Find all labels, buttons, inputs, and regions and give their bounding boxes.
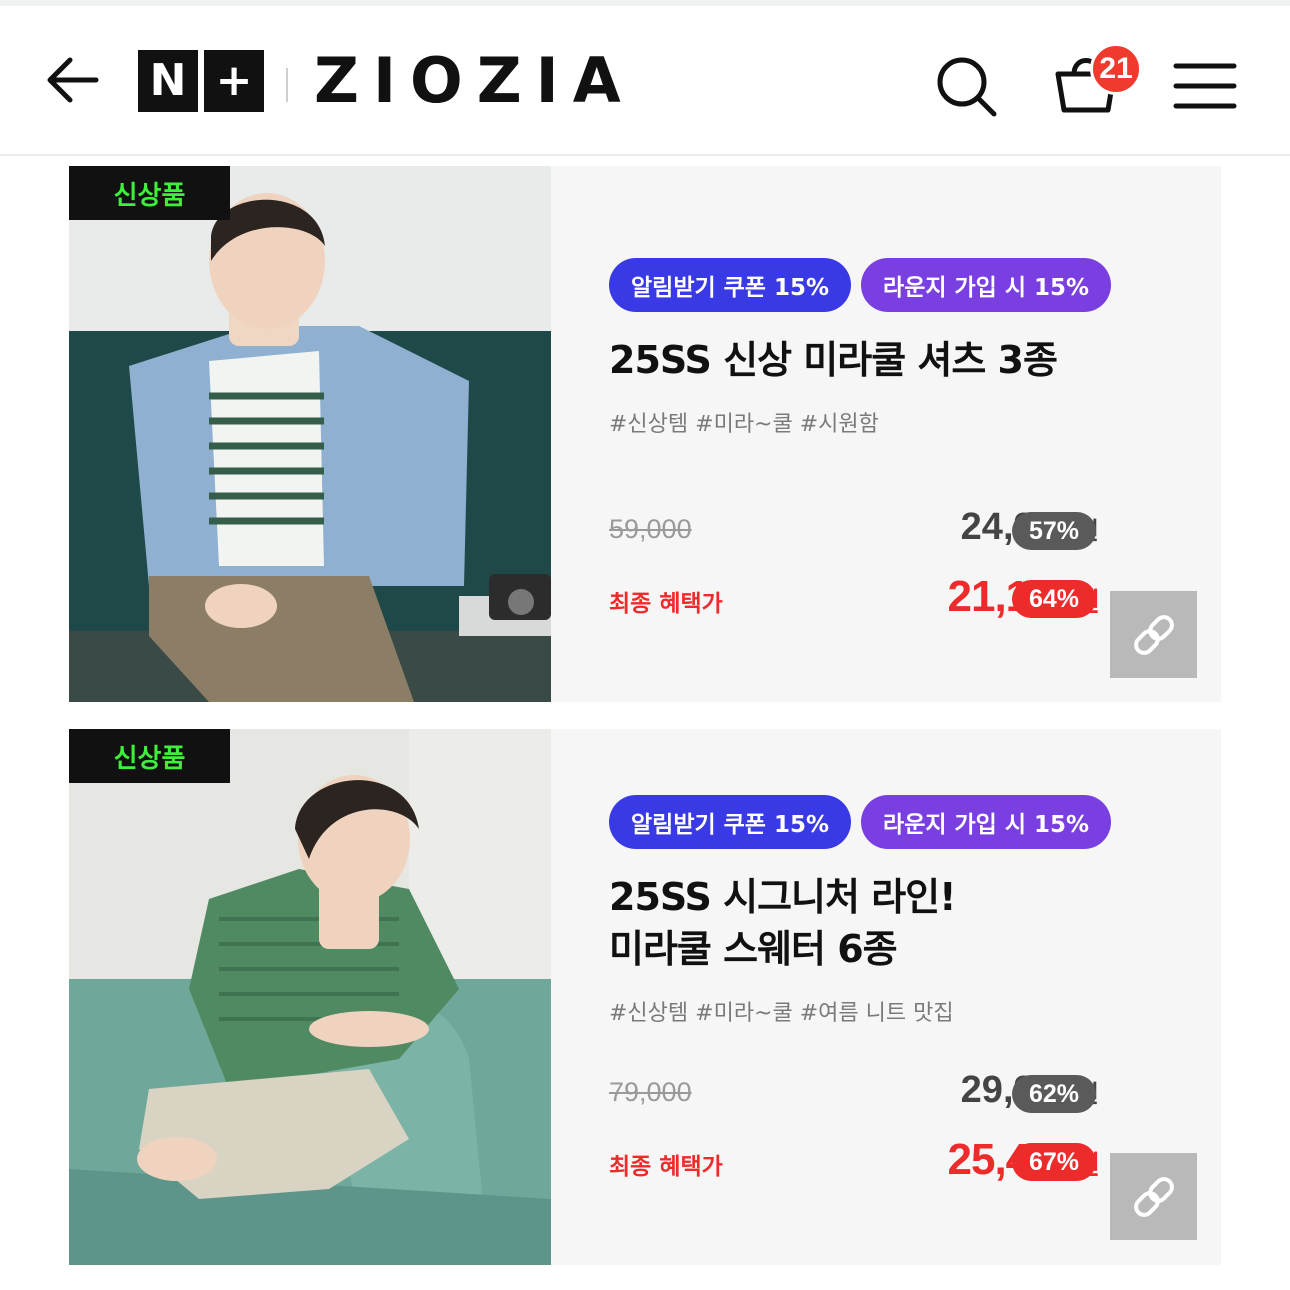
lounge-signup-chip[interactable]: 라운지 가입 시 15% xyxy=(861,258,1112,312)
link-icon xyxy=(1133,614,1174,655)
lounge-signup-chip[interactable]: 라운지 가입 시 15% xyxy=(861,795,1112,849)
final-benefit-label: 최종 혜택가 xyxy=(609,591,723,617)
product-title-line-2: 미라쿨 스웨터 6종 xyxy=(609,927,898,971)
product-image[interactable]: 신상품 xyxy=(69,166,551,702)
original-price: 59,000 xyxy=(609,514,692,544)
search-button[interactable] xyxy=(934,54,1000,120)
new-arrival-badge: 신상품 xyxy=(69,729,230,783)
notification-coupon-chip[interactable]: 알림받기 쿠폰 15% xyxy=(609,795,852,849)
notification-coupon-chip[interactable]: 알림받기 쿠폰 15% xyxy=(609,258,852,312)
final-discount-badge: 64% xyxy=(1012,580,1096,618)
product-title-line-1: 25SS 시그니처 라인! xyxy=(609,875,956,919)
brand-logo[interactable]: ZIOZIA xyxy=(314,46,635,116)
new-arrival-badge: 신상품 xyxy=(69,166,230,220)
sale-discount-badge: 62% xyxy=(1012,1075,1096,1113)
share-link-button[interactable] xyxy=(1110,591,1197,678)
search-icon xyxy=(937,57,997,117)
sale-discount-badge: 57% xyxy=(1012,512,1096,550)
back-button[interactable] xyxy=(40,46,104,110)
logo-divider xyxy=(286,68,288,102)
product-card[interactable]: 신상품 알림받기 쿠폰 15% 라운지 가입 시 15% 25SS 시그니처 라… xyxy=(69,729,1221,1265)
original-price: 79,000 xyxy=(609,1077,692,1107)
final-discount-badge: 67% xyxy=(1012,1143,1096,1181)
share-link-button[interactable] xyxy=(1110,1153,1197,1240)
back-arrow-icon xyxy=(47,57,99,103)
product-tags: #신상템 #미라~쿨 #시원함 xyxy=(609,412,879,437)
link-icon xyxy=(1133,1176,1174,1217)
nplus-logo-n: N xyxy=(138,50,198,112)
cart-count-badge: 21 xyxy=(1090,43,1142,95)
product-tags: #신상템 #미라~쿨 #여름 니트 맛집 xyxy=(609,1001,954,1026)
final-benefit-label: 최종 혜택가 xyxy=(609,1154,723,1180)
product-title: 25SS 신상 미라쿨 셔츠 3종 xyxy=(609,338,1058,382)
coupon-chips: 알림받기 쿠폰 15% 라운지 가입 시 15% xyxy=(609,258,1112,312)
product-image[interactable]: 신상품 xyxy=(69,729,551,1265)
nplus-logo[interactable]: N + xyxy=(138,50,264,112)
product-card[interactable]: 신상품 알림받기 쿠폰 15% 라운지 가입 시 15% 25SS 신상 미라쿨… xyxy=(69,166,1221,702)
nplus-logo-plus: + xyxy=(204,50,264,112)
coupon-chips: 알림받기 쿠폰 15% 라운지 가입 시 15% xyxy=(609,795,1112,849)
menu-button[interactable] xyxy=(1172,60,1238,112)
hamburger-menu-icon xyxy=(1173,63,1237,109)
app-header: N + ZIOZIA 21 xyxy=(0,6,1290,156)
